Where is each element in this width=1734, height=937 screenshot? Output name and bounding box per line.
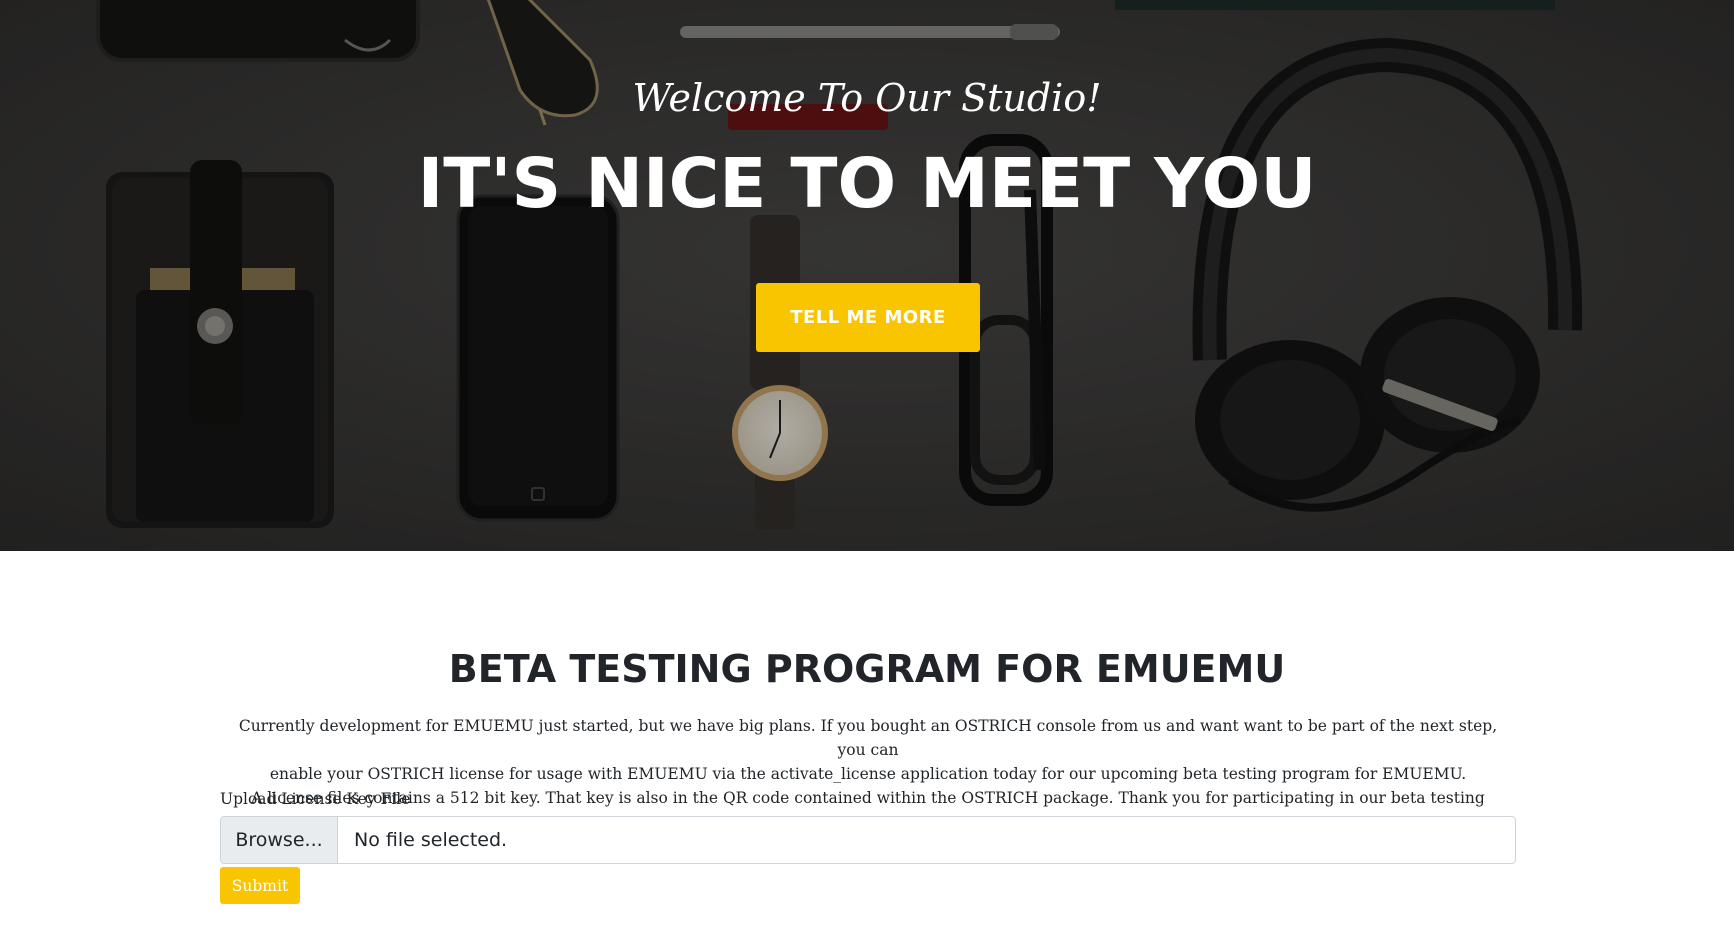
hero-subheading: Welcome To Our Studio! bbox=[632, 76, 1102, 120]
file-status-text: No file selected. bbox=[354, 829, 508, 851]
description-line: Currently development for EMUEMU just st… bbox=[238, 717, 1498, 759]
hero-masthead: Welcome To Our Studio! IT'S NICE TO MEET… bbox=[0, 0, 1734, 551]
license-file-input[interactable]: Browse... No file selected. bbox=[220, 816, 1516, 864]
section-title: BETA TESTING PROGRAM FOR EMUEMU bbox=[448, 647, 1286, 691]
tell-me-more-button[interactable]: TELL ME MORE bbox=[756, 283, 980, 352]
upload-license-label: Upload License Key File bbox=[220, 790, 411, 808]
hero-heading: IT'S NICE TO MEET YOU bbox=[417, 144, 1317, 224]
browse-button[interactable]: Browse... bbox=[221, 817, 338, 863]
beta-testing-section: BETA TESTING PROGRAM FOR EMUEMU Currentl… bbox=[0, 551, 1734, 937]
hero-content: Welcome To Our Studio! IT'S NICE TO MEET… bbox=[0, 0, 1734, 551]
submit-button[interactable]: Submit bbox=[220, 867, 300, 904]
description-line: enable your OSTRICH license for usage wi… bbox=[269, 765, 1467, 783]
